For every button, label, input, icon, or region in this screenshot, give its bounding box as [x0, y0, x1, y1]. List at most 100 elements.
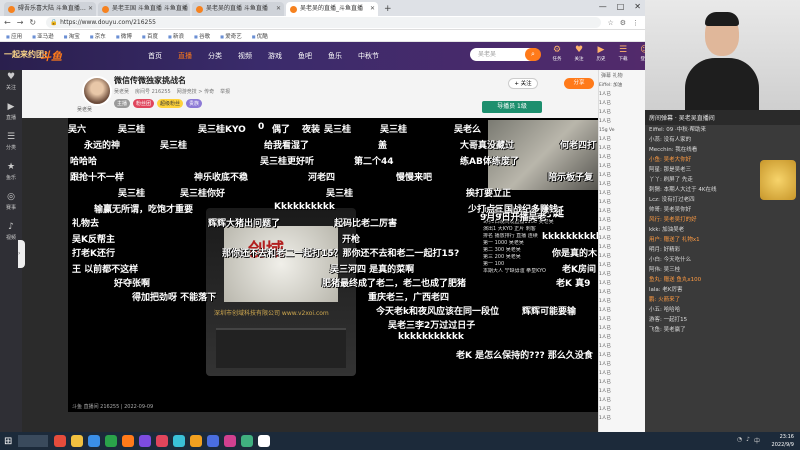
sidebar-item[interactable]: ☰ 分类 [0, 130, 22, 160]
browser-tab[interactable]: 碍吾乐喜大陆 斗鱼直播… ✕ [4, 2, 96, 16]
danmaku-comment: 你是真的木 [552, 249, 598, 259]
taskbar-app-icon[interactable] [88, 435, 101, 447]
close-tab-icon[interactable]: ✕ [370, 2, 375, 16]
clock[interactable]: 23:16 2022/9/9 [772, 433, 794, 449]
avatar[interactable] [82, 76, 112, 106]
menu-icon[interactable]: ⋮ [632, 19, 639, 27]
bookmark-item[interactable]: 亚马逊 [32, 32, 54, 40]
system-tray: ◔ ♪ 中 [737, 436, 760, 445]
input-method-icon[interactable]: 中 [754, 436, 760, 445]
browser-tab[interactable]: 吴老王国 斗鱼直播 斗鱼直播 ✕ [98, 2, 190, 16]
header-button[interactable]: ♥ 关注 [570, 44, 588, 64]
sidebar-0-icon: ♥ [6, 72, 16, 82]
video-player[interactable]: 创域 深圳市创域科技有限公司 www.v2xoi.com 9月9日 吴老诞 9月… [68, 118, 598, 412]
header-button[interactable]: ▶ 历史 [592, 44, 610, 64]
close-tab-icon[interactable]: ✕ [276, 2, 281, 16]
danmaku-comment: 何老四打 [560, 141, 597, 151]
danmaku-comment: 肥猪最终成了老二，老二也成了肥猪 [322, 279, 467, 289]
bookmark-item[interactable]: 京东 [90, 32, 106, 40]
nav-item[interactable]: 视频 [238, 51, 252, 61]
screen: 碍吾乐喜大陆 斗鱼直播… ✕ 吴老王国 斗鱼直播 斗鱼直播 ✕ 吴老吴的直播 斗鱼直播 ✕… [0, 0, 800, 450]
danmaku-comment: 打老K还行 [72, 249, 115, 259]
room-tag[interactable]: 粉丝团 [133, 99, 155, 108]
chat-row: 1人已 [599, 182, 611, 187]
share-button[interactable]: 分享 [564, 78, 594, 89]
close-window-icon[interactable]: ✕ [634, 2, 641, 11]
nav-item[interactable]: 中秋节 [358, 51, 379, 61]
search-button[interactable]: ⌕ [525, 48, 541, 61]
sidebar-3-icon: ★ [6, 162, 16, 172]
close-tab-icon[interactable]: ✕ [182, 2, 187, 16]
nav-item[interactable]: 游戏 [268, 51, 282, 61]
nav-item[interactable]: 分类 [208, 51, 222, 61]
sidebar-collapse-icon[interactable]: › [18, 240, 25, 268]
taskbar-app-icon[interactable] [241, 435, 254, 447]
room-tag[interactable]: 贵族 [186, 99, 203, 108]
bookmark-item[interactable]: 淘宝 [64, 32, 80, 40]
danmaku-comment: 吴老三李2万过过日子 [388, 321, 476, 331]
site-logo[interactable]: 一起来约团! 斗鱼 [0, 42, 120, 70]
taskbar-app-icon[interactable] [156, 435, 169, 447]
maximize-icon[interactable]: □ [617, 2, 625, 11]
header-button[interactable]: ☰ 下载 [614, 44, 632, 64]
taskbar-app-icon[interactable] [71, 435, 84, 447]
chat-row: 15g Ve [599, 128, 615, 133]
taskbar-app-icon[interactable] [54, 435, 67, 447]
bookmark-item[interactable]: 应用 [6, 32, 22, 40]
gift-banner-image[interactable] [760, 160, 796, 200]
bookmark-item[interactable]: 百度 [142, 32, 158, 40]
volume-icon[interactable]: ♪ [746, 436, 750, 445]
taskbar-app-icon[interactable] [105, 435, 118, 447]
taskbar-app-icon[interactable] [173, 435, 186, 447]
bookmark-item[interactable]: 微博 [116, 32, 132, 40]
taskbar-app-icon[interactable] [207, 435, 220, 447]
browser-tab[interactable]: 吴老吴的直播 斗鱼直播 ✕ [192, 2, 284, 16]
taskbar-app-icon[interactable] [224, 435, 237, 447]
back-icon[interactable]: ← [4, 18, 11, 27]
sidebar-item[interactable]: ◎ 赛事 [0, 190, 22, 220]
chat-row: 1人已 [599, 119, 611, 124]
room-tags: 主播 粉丝团 超级粉丝 贵族 [114, 99, 203, 108]
room-title: 微信传微独家挑战名 [114, 76, 186, 85]
nav-item[interactable]: 直播 [178, 51, 192, 61]
room-meta-item[interactable]: 举报 [220, 88, 230, 95]
chat-row: 1人已 [599, 101, 611, 106]
extensions-icon[interactable]: ⚙ [620, 19, 626, 27]
sidebar-item[interactable]: ▶ 直播 [0, 100, 22, 130]
sidebar-item[interactable]: ♥ 关注 [0, 70, 22, 100]
danmaku-comment: 今天老k和夜风应该在同一段位 [376, 307, 499, 317]
nav-item[interactable]: 鱼乐 [328, 51, 342, 61]
forward-icon[interactable]: → [17, 18, 24, 27]
reload-icon[interactable]: ↻ [29, 18, 36, 27]
network-icon[interactable]: ◔ [737, 436, 742, 445]
taskbar-app-icon[interactable] [190, 435, 203, 447]
taskbar-app-icon[interactable] [139, 435, 152, 447]
taskbar-app-icon[interactable] [122, 435, 135, 447]
browser-tab[interactable]: 吴老吴的直播_斗鱼直播 ✕ [286, 2, 378, 16]
taskbar-app-icon[interactable] [258, 435, 271, 447]
bookmark-item[interactable]: 新浪 [168, 32, 184, 40]
url-field[interactable]: 🔒 https://www.douyu.com/216255 [46, 17, 602, 28]
nav-item[interactable]: 首页 [148, 51, 162, 61]
close-tab-icon[interactable]: ✕ [88, 2, 93, 16]
live-chat-message: 小蕊: 没有人家的 [649, 137, 692, 143]
start-icon[interactable]: ⊞ [4, 436, 12, 447]
sidebar-2-icon: ☰ [6, 132, 16, 142]
live-chat-message: lala: 老K厉害 [649, 287, 683, 293]
minimize-icon[interactable]: — [599, 2, 607, 11]
follow-button[interactable]: + 关注 [508, 78, 538, 89]
taskbar-search[interactable] [18, 435, 49, 447]
chat-row: 1人已 [599, 344, 611, 349]
chat-row: 1人已 [599, 335, 611, 340]
star-icon[interactable]: ☆ [607, 19, 613, 27]
new-tab-button[interactable]: + [380, 2, 396, 16]
room-tag[interactable]: 主播 [114, 99, 131, 108]
bookmark-item[interactable]: 优酷 [252, 32, 268, 40]
room-tag[interactable]: 超级粉丝 [157, 99, 184, 108]
header-button[interactable]: ⚙ 任务 [548, 44, 566, 64]
bookmark-item[interactable]: 谷歌 [194, 32, 210, 40]
sidebar-item[interactable]: ★ 鱼乐 [0, 160, 22, 190]
chat-row: 1人已 [599, 407, 611, 412]
nav-item[interactable]: 鱼吧 [298, 51, 312, 61]
bookmark-item[interactable]: 爱奇艺 [220, 32, 242, 40]
